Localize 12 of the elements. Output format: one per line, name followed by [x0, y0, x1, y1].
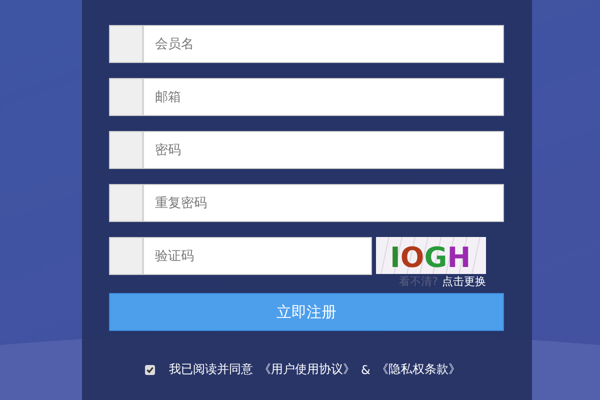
agree-checkbox[interactable] [145, 364, 155, 374]
privacy-link[interactable]: 《隐私权条款》 [376, 361, 460, 378]
input-field[interactable]: 会员名 [109, 25, 504, 63]
input-field[interactable]: 密码 [109, 131, 504, 169]
input-field[interactable]: 邮箱 [109, 78, 504, 116]
ampersand-text: & [361, 362, 370, 376]
captcha-field[interactable]: 验证码 [109, 237, 372, 275]
refresh-link[interactable]: 点击更换 [442, 275, 486, 288]
captcha-image[interactable]: IOGH [376, 237, 486, 274]
input-field[interactable]: 重复密码 [109, 184, 504, 222]
agreement-text: 我已阅读并同意 [169, 361, 253, 378]
terms-link[interactable]: 《用户使用协议》 [259, 361, 355, 378]
